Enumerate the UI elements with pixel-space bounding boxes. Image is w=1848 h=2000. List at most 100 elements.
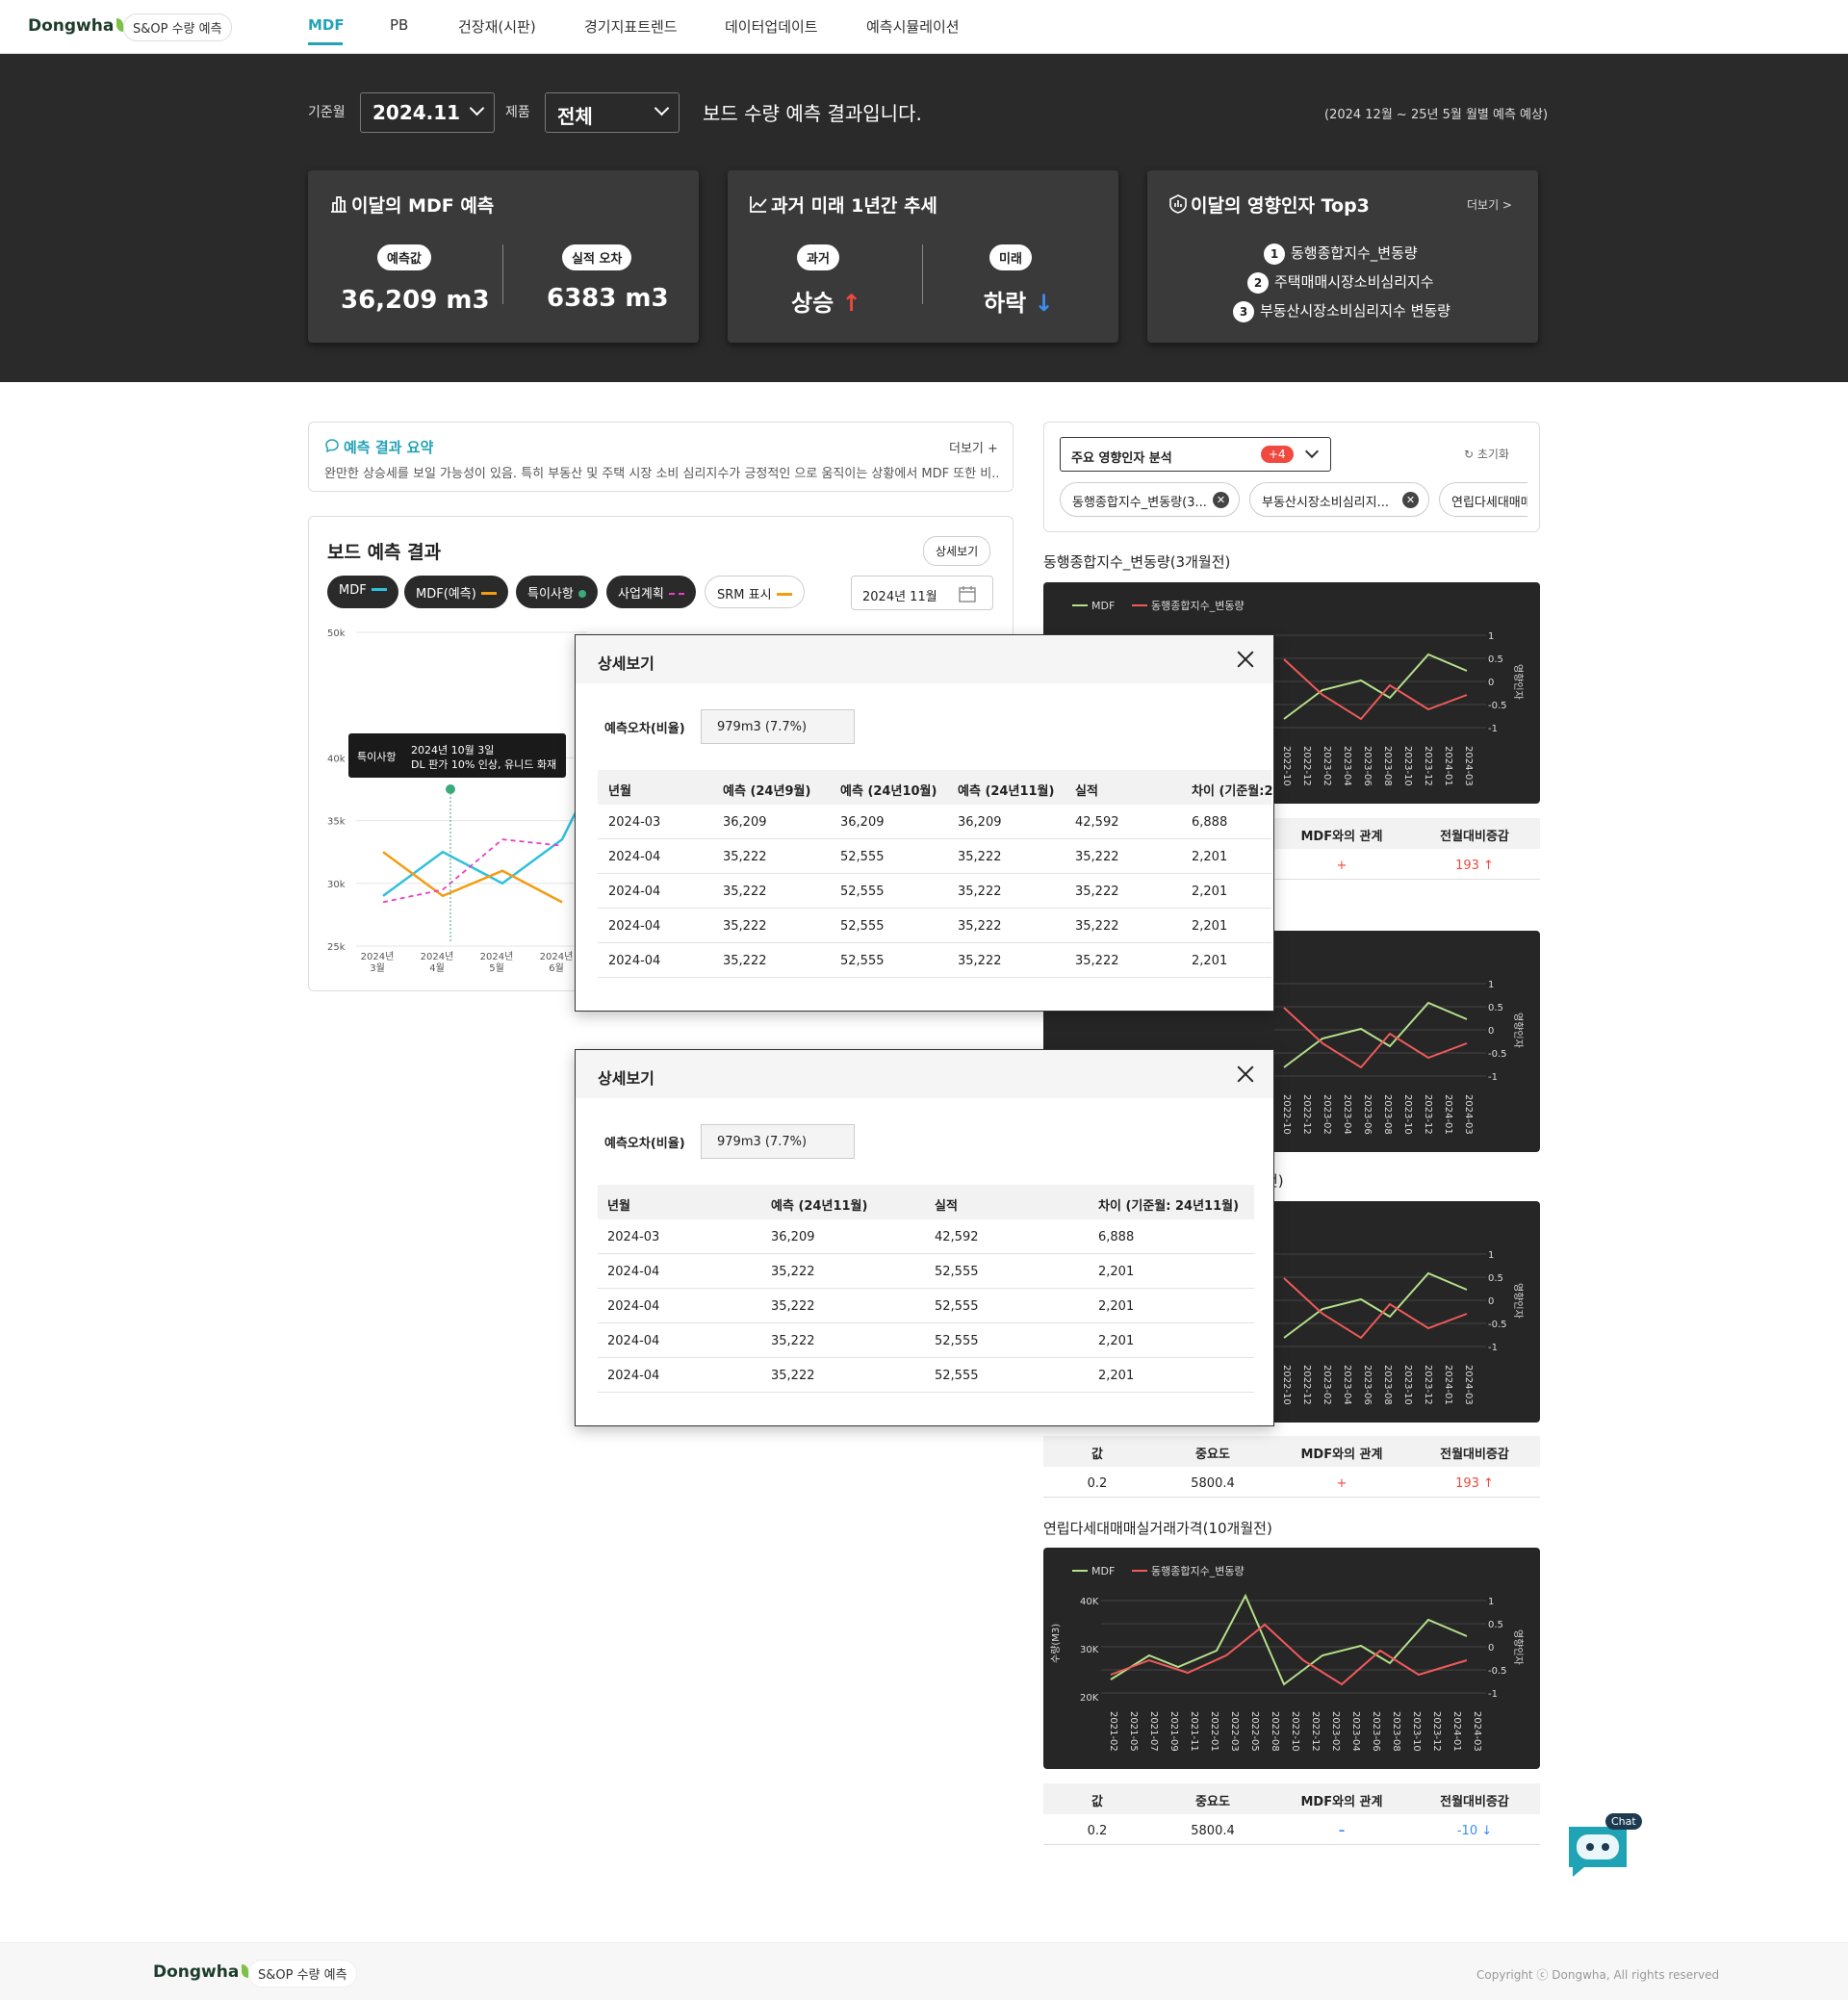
reset-button[interactable]: ↻ 초기화 <box>1464 446 1509 462</box>
base-month-select[interactable]: 2024.11 <box>360 92 495 133</box>
right-tick-label: 0 <box>1488 1026 1494 1037</box>
x-tick-label: 2023-04 <box>1342 1094 1352 1135</box>
x-tick-label: 2024년 <box>480 951 514 962</box>
x-tick-label: 2021-02 <box>1108 1711 1118 1752</box>
x-tick-label: 2022-12 <box>1301 746 1312 786</box>
copyright: Copyright ⓒ Dongwha, All rights reserved <box>1476 1968 1720 1982</box>
legend-special[interactable]: 특이사항 <box>516 576 598 608</box>
close-icon[interactable] <box>1235 649 1256 670</box>
dongwha-logo[interactable]: Dongwha <box>28 16 124 36</box>
future-value: 하락 ↓ <box>984 290 1054 317</box>
top3-item-1: 1 동행종합지수_변동량 <box>1264 243 1418 265</box>
close-icon[interactable]: ✕ <box>1402 492 1419 508</box>
x-tick-label: 2024-01 <box>1443 746 1453 786</box>
special-tooltip: 특이사항 2024년 10월 3일 DL 판가 10% 인상, 유니드 화재 <box>348 733 566 778</box>
right-tick-label: -0.5 <box>1488 701 1507 711</box>
right-tick-label: -0.5 <box>1488 1049 1507 1060</box>
factor-dropdown[interactable]: 주요 영향인자 분석 +4 <box>1060 437 1331 472</box>
right-tick-label: 1 <box>1488 631 1494 642</box>
footer-tag: S&OP 수량 예측 <box>248 1960 357 1987</box>
modal-table-row: 2024-04 35,222 52,555 2,201 <box>598 1289 1254 1323</box>
legend-business-plan[interactable]: 사업계획 <box>606 576 696 608</box>
legend-label: MDF <box>1091 600 1115 612</box>
top3-card: 이달의 영향인자 Top3 더보기 > 1 동행종합지수_변동량 2 주택매매시장소… <box>1147 170 1538 343</box>
close-icon[interactable]: ✕ <box>1213 492 1229 508</box>
legend-srm[interactable]: SRM 표시 <box>705 576 805 608</box>
right-tick-label: 0.5 <box>1488 1273 1503 1284</box>
x-tick-label: 2022-01 <box>1209 1711 1219 1752</box>
product-label: 제품 <box>505 105 530 120</box>
tooltip-text: DL 판가 10% 인상, 유니드 화재 <box>411 758 557 771</box>
modal-title: 상세보기 <box>598 654 654 673</box>
modal-header <box>576 635 1273 683</box>
nav-pb[interactable]: PB <box>390 16 408 34</box>
right-tick-label: 0 <box>1488 1643 1494 1654</box>
x-tick-label: 2024년 <box>540 951 574 962</box>
factor-chip[interactable]: 부동산시장소비심리지... ✕ <box>1249 482 1429 517</box>
legend-label: 동행종합지수_변동량 <box>1151 600 1245 612</box>
modal-table-row: 2024-04 35,222 52,555 35,222 35,222 2,201 <box>598 909 1271 943</box>
footer-logo: Dongwha <box>153 1962 249 1982</box>
card-title: 이달의 영향인자 Top3 <box>1191 195 1370 217</box>
modal-table-head: 년월 예측 (24년9월) 예측 (24년10월) 예측 (24년11월) 실적 차이 (… <box>598 770 1273 805</box>
nav-building-materials[interactable]: 건장재(시판) <box>458 16 536 37</box>
top3-item-2: 2 주택매매시장소비심리지수 <box>1247 271 1434 294</box>
date-picker[interactable]: 2024년 11월 <box>851 576 993 610</box>
nav-data-update[interactable]: 데이터업데이트 <box>725 16 818 37</box>
factor-table-head: 값 중요도 MDF와의 관계 전월대비증감 <box>1043 1436 1540 1467</box>
right-tick-label: -1 <box>1488 1343 1498 1353</box>
right-tick-label: -1 <box>1488 724 1498 734</box>
x-tick-label: 2024-01 <box>1451 1711 1462 1752</box>
right-tick-label: 0 <box>1488 1296 1494 1307</box>
x-tick-label: 2022-10 <box>1281 1094 1292 1135</box>
nav-mdf[interactable]: MDF <box>308 16 345 34</box>
tooltip-label: 특이사항 <box>357 751 397 763</box>
x-tick-label: 2022-10 <box>1281 746 1292 786</box>
x-tick-label: 2024년 <box>421 951 454 962</box>
top3-item-3: 3 부동산시장소비심리지수 변동량 <box>1233 300 1450 322</box>
speech-bubble-icon <box>325 439 339 453</box>
summary-title: 예측 결과 요약 <box>344 439 434 456</box>
legend-mdf-forecast[interactable]: MDF(예측) <box>404 576 508 608</box>
modal-table-row: 2024-04 35,222 52,555 35,222 35,222 2,201 <box>598 943 1271 978</box>
right-axis-label: 영향인자 <box>1512 1629 1524 1665</box>
left-axis-label: 수량(M3) <box>1050 1624 1062 1663</box>
x-tick-label: 2022-10 <box>1290 1711 1300 1752</box>
shield-chart-icon <box>1169 194 1187 214</box>
error-label: 예측오차(비율) <box>604 1137 685 1151</box>
factor-chip[interactable]: 연립다세대매매 <box>1439 482 1527 517</box>
past-label: 과거 <box>797 244 839 270</box>
more-link[interactable]: 더보기 > <box>1467 196 1512 213</box>
divider <box>502 244 503 304</box>
modal-table-head: 년월 예측 (24년11월) 실적 차이 (기준월: 24년11월) <box>598 1185 1254 1219</box>
legend-mdf[interactable]: MDF <box>327 576 398 608</box>
x-tick-label: 2024-01 <box>1443 1365 1453 1405</box>
factor-section-title: 연립다세대매매실거래가격(10개월전) <box>1043 1520 1272 1537</box>
footer: Dongwha S&OP 수량 예측 Copyright ⓒ Dongwha, … <box>0 1942 1848 2000</box>
x-tick-label: 2023-08 <box>1382 1094 1393 1135</box>
summary-more-link[interactable]: 더보기 + <box>949 438 998 456</box>
x-tick-label: 5월 <box>489 962 504 974</box>
y-tick-label: 30k <box>327 880 346 890</box>
factor-table-head: 값 중요도 MDF와의 관계 전월대비증감 <box>1043 1783 1540 1814</box>
x-tick-label: 2023-12 <box>1423 1094 1433 1135</box>
x-tick-label: 2024-03 <box>1463 1094 1474 1135</box>
detail-modal: 상세보기 예측오차(비율) 979m3 (7.7%) 년월 예측 (24년11월)… <box>575 1049 1274 1426</box>
down-arrow-icon: ↓ <box>1034 290 1054 317</box>
mdf-line <box>1283 1001 1468 1068</box>
modal-table-row: 2024-03 36,209 42,592 6,888 <box>598 1219 1254 1254</box>
up-arrow-icon: ↑ <box>841 290 861 317</box>
app-tag: S&OP 수량 예측 <box>123 13 232 41</box>
x-tick-label: 2023-12 <box>1431 1711 1442 1752</box>
right-tick-label: -1 <box>1488 1072 1498 1083</box>
series-line <box>382 786 587 897</box>
detail-button[interactable]: 상세보기 <box>923 536 991 566</box>
chat-bot-button[interactable]: Chat <box>1565 1813 1642 1881</box>
x-tick-label: 2024-03 <box>1472 1711 1482 1752</box>
nav-simulation[interactable]: 예측시뮬레이션 <box>866 16 960 37</box>
close-icon[interactable] <box>1235 1064 1256 1085</box>
nav-economic-trend[interactable]: 경기지표트렌드 <box>584 16 678 37</box>
factor-chip[interactable]: 동행종합지수_변동량(3... ✕ <box>1060 482 1240 517</box>
x-tick-label: 4월 <box>429 962 445 974</box>
product-select[interactable]: 전체 <box>545 92 680 133</box>
